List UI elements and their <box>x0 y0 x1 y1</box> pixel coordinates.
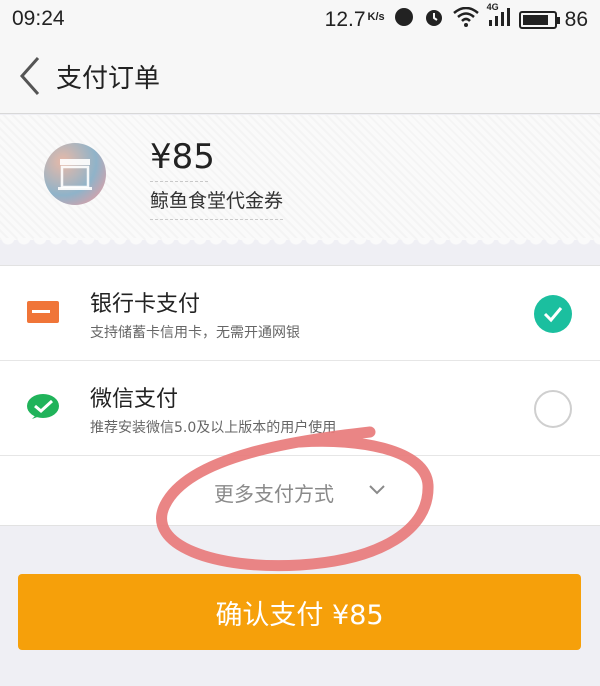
order-price: ¥85 <box>150 137 215 182</box>
do-not-disturb-icon <box>393 6 415 34</box>
chevron-left-icon <box>19 57 40 95</box>
payment-option-title: 银行卡支付 <box>90 292 201 317</box>
network-type: 4G <box>486 2 499 12</box>
network-speed-value: 12.7 <box>324 8 366 31</box>
nav-bar: 支付订单 <box>0 38 600 114</box>
product-thumbnail <box>44 143 106 205</box>
radio-unchecked[interactable] <box>534 390 572 428</box>
battery-level <box>522 15 549 25</box>
page-title: 支付订单 <box>56 64 161 94</box>
signal-icon: 4G <box>487 2 511 34</box>
payment-option-title: 微信支付 <box>90 387 179 412</box>
check-icon <box>543 307 563 323</box>
wechat-pay-icon <box>26 393 60 421</box>
more-payment-methods[interactable]: 更多支付方式 <box>0 456 600 526</box>
payment-option-description: 推荐安装微信5.0及以上版本的用户使用 <box>90 420 337 436</box>
status-bar: 09:24 12.7 K/s 4G 86 <box>0 0 600 38</box>
radio-checked[interactable] <box>534 295 572 333</box>
battery-icon <box>518 11 560 29</box>
confirm-payment-button[interactable]: 确认支付 ¥85 <box>18 574 581 650</box>
network-speed: 12.7 K/s <box>325 8 385 32</box>
chevron-down-icon <box>369 485 385 495</box>
status-icons: 12.7 K/s 4G 86 <box>325 2 588 34</box>
status-time: 09:24 <box>12 7 65 30</box>
order-summary: ¥85 鲸鱼食堂代金券 <box>0 115 600 248</box>
back-button[interactable] <box>14 54 54 98</box>
payment-method-list: 银行卡支付 支持储蓄卡信用卡，无需开通网银 微信支付 推荐安装微信5.0及以上版… <box>0 265 600 526</box>
wifi-icon <box>452 6 479 33</box>
more-payment-label: 更多支付方式 <box>214 482 334 506</box>
payment-option-description: 支持储蓄卡信用卡，无需开通网银 <box>90 325 300 341</box>
storefront-icon <box>58 159 92 190</box>
alarm-icon <box>423 6 445 34</box>
bank-card-icon <box>26 298 60 326</box>
network-speed-unit: K/s <box>367 11 385 23</box>
payment-option-wechat[interactable]: 微信支付 推荐安装微信5.0及以上版本的用户使用 <box>0 361 600 456</box>
ticket-edge <box>0 238 600 248</box>
payment-option-bank-card[interactable]: 银行卡支付 支持储蓄卡信用卡，无需开通网银 <box>0 266 600 361</box>
product-name: 鲸鱼食堂代金券 <box>150 186 284 220</box>
battery-percent: 86 <box>564 8 588 31</box>
